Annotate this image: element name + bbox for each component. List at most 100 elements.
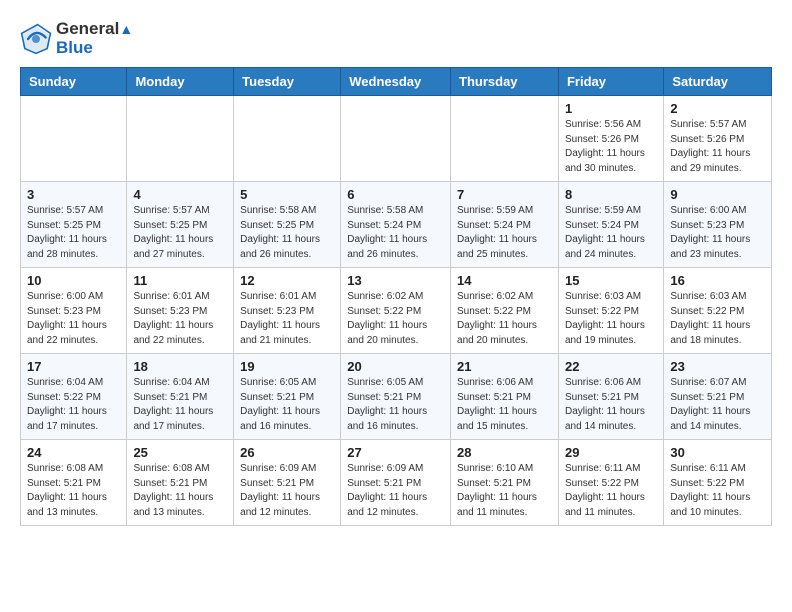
- day-number: 17: [27, 359, 120, 374]
- day-info: Sunrise: 6:04 AM Sunset: 5:21 PM Dayligh…: [133, 376, 227, 434]
- calendar-cell: 4 Sunrise: 5:57 AM Sunset: 5:25 PM Daylig…: [127, 182, 234, 268]
- day-number: 11: [133, 273, 227, 288]
- day-number: 13: [347, 273, 444, 288]
- day-info: Sunrise: 6:01 AM Sunset: 5:23 PM Dayligh…: [133, 290, 227, 348]
- day-number: 28: [457, 445, 552, 460]
- calendar-cell: 11 Sunrise: 6:01 AM Sunset: 5:23 PM Dayli…: [127, 268, 234, 354]
- day-info: Sunrise: 6:05 AM Sunset: 5:21 PM Dayligh…: [347, 376, 444, 434]
- calendar-cell: 19 Sunrise: 6:05 AM Sunset: 5:21 PM Dayli…: [234, 354, 341, 440]
- calendar-cell: 18Sunrise: 6:04 AM Sunset: 5:21 PM Dayli…: [127, 354, 234, 440]
- day-number: 12: [240, 273, 334, 288]
- calendar-cell: 20 Sunrise: 6:05 AM Sunset: 5:21 PM Dayli…: [341, 354, 451, 440]
- week-row-2: 10 Sunrise: 6:00 AM Sunset: 5:23 PM Dayli…: [21, 268, 772, 354]
- calendar-cell: 6Sunrise: 5:58 AM Sunset: 5:24 PM Daylig…: [341, 182, 451, 268]
- calendar-table: SundayMondayTuesdayWednesdayThursdayFrid…: [20, 67, 772, 526]
- calendar-cell: 7 Sunrise: 5:59 AM Sunset: 5:24 PM Daylig…: [451, 182, 559, 268]
- calendar-cell: 30Sunrise: 6:11 AM Sunset: 5:22 PM Dayli…: [664, 440, 772, 526]
- week-row-4: 24 Sunrise: 6:08 AM Sunset: 5:21 PM Dayli…: [21, 440, 772, 526]
- week-row-3: 17 Sunrise: 6:04 AM Sunset: 5:22 PM Dayli…: [21, 354, 772, 440]
- day-number: 7: [457, 187, 552, 202]
- day-info: Sunrise: 6:09 AM Sunset: 5:21 PM Dayligh…: [347, 462, 444, 520]
- calendar-cell: [451, 96, 559, 182]
- logo-icon: [20, 23, 52, 55]
- calendar-cell: 26 Sunrise: 6:09 AM Sunset: 5:21 PM Dayli…: [234, 440, 341, 526]
- day-number: 9: [670, 187, 765, 202]
- day-info: Sunrise: 6:10 AM Sunset: 5:21 PM Dayligh…: [457, 462, 552, 520]
- day-number: 24: [27, 445, 120, 460]
- day-number: 30: [670, 445, 765, 460]
- day-number: 20: [347, 359, 444, 374]
- day-number: 5: [240, 187, 334, 202]
- day-info: Sunrise: 5:56 AM Sunset: 5:26 PM Dayligh…: [565, 118, 657, 176]
- calendar-cell: 9 Sunrise: 6:00 AM Sunset: 5:23 PM Daylig…: [664, 182, 772, 268]
- page: General▲ Blue SundayMondayTuesdayWednesd…: [0, 0, 792, 546]
- day-number: 22: [565, 359, 657, 374]
- calendar-cell: 29 Sunrise: 6:11 AM Sunset: 5:22 PM Dayli…: [558, 440, 663, 526]
- week-row-0: 1 Sunrise: 5:56 AM Sunset: 5:26 PM Daylig…: [21, 96, 772, 182]
- day-info: Sunrise: 5:59 AM Sunset: 5:24 PM Dayligh…: [565, 204, 657, 262]
- calendar-cell: 27 Sunrise: 6:09 AM Sunset: 5:21 PM Dayli…: [341, 440, 451, 526]
- calendar-cell: 8 Sunrise: 5:59 AM Sunset: 5:24 PM Daylig…: [558, 182, 663, 268]
- calendar-cell: 12 Sunrise: 6:01 AM Sunset: 5:23 PM Dayli…: [234, 268, 341, 354]
- day-number: 10: [27, 273, 120, 288]
- weekday-header-row: SundayMondayTuesdayWednesdayThursdayFrid…: [21, 68, 772, 96]
- day-number: 26: [240, 445, 334, 460]
- day-info: Sunrise: 6:02 AM Sunset: 5:22 PM Dayligh…: [457, 290, 552, 348]
- weekday-header-tuesday: Tuesday: [234, 68, 341, 96]
- day-number: 27: [347, 445, 444, 460]
- day-info: Sunrise: 5:58 AM Sunset: 5:25 PM Dayligh…: [240, 204, 334, 262]
- calendar-cell: 24 Sunrise: 6:08 AM Sunset: 5:21 PM Dayli…: [21, 440, 127, 526]
- header: General▲ Blue: [20, 16, 772, 57]
- calendar-cell: 14 Sunrise: 6:02 AM Sunset: 5:22 PM Dayli…: [451, 268, 559, 354]
- day-info: Sunrise: 6:08 AM Sunset: 5:21 PM Dayligh…: [27, 462, 120, 520]
- calendar-cell: [21, 96, 127, 182]
- day-number: 8: [565, 187, 657, 202]
- weekday-header-thursday: Thursday: [451, 68, 559, 96]
- day-number: 16: [670, 273, 765, 288]
- day-number: 14: [457, 273, 552, 288]
- day-number: 3: [27, 187, 120, 202]
- calendar-cell: 21 Sunrise: 6:06 AM Sunset: 5:21 PM Dayli…: [451, 354, 559, 440]
- day-info: Sunrise: 6:04 AM Sunset: 5:22 PM Dayligh…: [27, 376, 120, 434]
- day-info: Sunrise: 6:05 AM Sunset: 5:21 PM Dayligh…: [240, 376, 334, 434]
- calendar-cell: 23Sunrise: 6:07 AM Sunset: 5:21 PM Dayli…: [664, 354, 772, 440]
- calendar-cell: 10 Sunrise: 6:00 AM Sunset: 5:23 PM Dayli…: [21, 268, 127, 354]
- day-info: Sunrise: 6:03 AM Sunset: 5:22 PM Dayligh…: [670, 290, 765, 348]
- day-number: 1: [565, 101, 657, 116]
- calendar-cell: 28 Sunrise: 6:10 AM Sunset: 5:21 PM Dayli…: [451, 440, 559, 526]
- calendar-cell: 13 Sunrise: 6:02 AM Sunset: 5:22 PM Dayli…: [341, 268, 451, 354]
- day-info: Sunrise: 6:02 AM Sunset: 5:22 PM Dayligh…: [347, 290, 444, 348]
- day-info: Sunrise: 6:00 AM Sunset: 5:23 PM Dayligh…: [27, 290, 120, 348]
- day-info: Sunrise: 5:57 AM Sunset: 5:26 PM Dayligh…: [670, 118, 765, 176]
- day-info: Sunrise: 6:00 AM Sunset: 5:23 PM Dayligh…: [670, 204, 765, 262]
- day-info: Sunrise: 6:08 AM Sunset: 5:21 PM Dayligh…: [133, 462, 227, 520]
- day-number: 23: [670, 359, 765, 374]
- day-number: 2: [670, 101, 765, 116]
- logo-text: General▲ Blue: [56, 20, 133, 57]
- day-number: 19: [240, 359, 334, 374]
- calendar-cell: 3 Sunrise: 5:57 AM Sunset: 5:25 PM Daylig…: [21, 182, 127, 268]
- day-info: Sunrise: 6:03 AM Sunset: 5:22 PM Dayligh…: [565, 290, 657, 348]
- calendar-cell: [341, 96, 451, 182]
- calendar-cell: [127, 96, 234, 182]
- day-info: Sunrise: 6:09 AM Sunset: 5:21 PM Dayligh…: [240, 462, 334, 520]
- day-number: 15: [565, 273, 657, 288]
- weekday-header-sunday: Sunday: [21, 68, 127, 96]
- weekday-header-monday: Monday: [127, 68, 234, 96]
- day-number: 6: [347, 187, 444, 202]
- calendar-cell: 16 Sunrise: 6:03 AM Sunset: 5:22 PM Dayli…: [664, 268, 772, 354]
- day-info: Sunrise: 5:57 AM Sunset: 5:25 PM Dayligh…: [133, 204, 227, 262]
- day-number: 29: [565, 445, 657, 460]
- day-info: Sunrise: 5:57 AM Sunset: 5:25 PM Dayligh…: [27, 204, 120, 262]
- day-info: Sunrise: 6:01 AM Sunset: 5:23 PM Dayligh…: [240, 290, 334, 348]
- day-info: Sunrise: 5:59 AM Sunset: 5:24 PM Dayligh…: [457, 204, 552, 262]
- day-number: 4: [133, 187, 227, 202]
- day-info: Sunrise: 6:06 AM Sunset: 5:21 PM Dayligh…: [457, 376, 552, 434]
- day-info: Sunrise: 6:11 AM Sunset: 5:22 PM Dayligh…: [565, 462, 657, 520]
- calendar-cell: 15 Sunrise: 6:03 AM Sunset: 5:22 PM Dayli…: [558, 268, 663, 354]
- weekday-header-friday: Friday: [558, 68, 663, 96]
- weekday-header-saturday: Saturday: [664, 68, 772, 96]
- day-number: 21: [457, 359, 552, 374]
- day-number: 25: [133, 445, 227, 460]
- calendar-cell: 5 Sunrise: 5:58 AM Sunset: 5:25 PM Daylig…: [234, 182, 341, 268]
